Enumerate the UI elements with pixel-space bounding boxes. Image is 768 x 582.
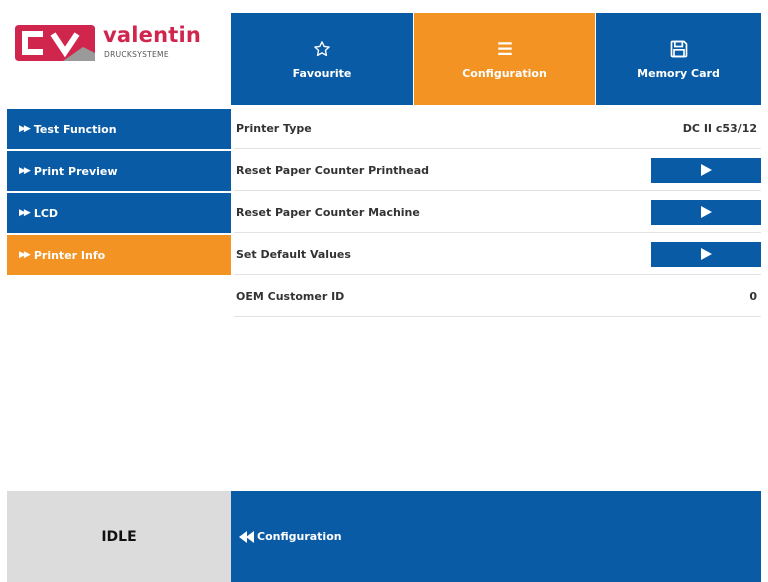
brand-logo: valentin DRUCKSYSTEME [7,13,231,105]
setting-value: 0 [749,289,757,303]
status-indicator: IDLE [7,491,231,582]
sidebar-item-lcd[interactable]: ▶▶ LCD [7,193,231,233]
tab-favourite[interactable]: Favourite [231,13,413,105]
chevron-right-icon: ▶▶ [19,166,31,176]
setting-row-oem-customer-id: OEM Customer ID 0 [234,276,761,317]
setting-row-set-default-values: Set Default Values [234,234,761,275]
setting-value: DC II c53/12 [682,121,757,135]
save-icon [669,39,689,59]
setting-label: OEM Customer ID [236,289,345,303]
sidebar-item-label: Print Preview [33,164,118,178]
list-icon [495,39,515,59]
sidebar-item-label: Printer Info [33,248,106,262]
play-icon [701,248,712,260]
setting-row-reset-machine-counter: Reset Paper Counter Machine [234,192,761,233]
cv-logo-mark [15,25,95,61]
play-icon [701,164,712,176]
setting-label: Set Default Values [236,247,351,261]
sidebar-item-printer-info[interactable]: ▶▶ Printer Info [7,235,231,275]
reset-printhead-counter-button[interactable] [651,157,761,183]
tab-configuration-label: Configuration [462,66,547,80]
sidebar-item-label: Test Function [33,122,117,136]
brand-subtitle: DRUCKSYSTEME [104,50,169,59]
play-icon [701,206,712,218]
reset-machine-counter-button[interactable] [651,199,761,225]
set-default-values-button[interactable] [651,241,761,267]
chevron-right-icon: ▶▶ [19,250,31,260]
tab-memory-card[interactable]: Memory Card [596,13,761,105]
sidebar-item-label: LCD [33,206,59,220]
setting-label: Reset Paper Counter Machine [236,205,420,219]
double-chevron-left-icon [239,530,255,543]
back-label: Configuration [257,530,342,543]
chevron-right-icon: ▶▶ [19,208,31,218]
tab-memory-card-label: Memory Card [637,66,720,80]
setting-label: Printer Type [236,121,312,135]
setting-row-printer-type: Printer Type DC II c53/12 [234,108,761,149]
sidebar-item-test-function[interactable]: ▶▶ Test Function [7,109,231,149]
brand-name: valentin [103,23,202,47]
chevron-right-icon: ▶▶ [19,124,31,134]
star-icon [312,39,332,59]
tab-favourite-label: Favourite [292,66,352,80]
tab-configuration[interactable]: Configuration [414,13,595,105]
back-button[interactable]: Configuration [231,491,761,582]
sidebar-item-print-preview[interactable]: ▶▶ Print Preview [7,151,231,191]
setting-label: Reset Paper Counter Printhead [236,163,430,177]
setting-row-reset-printhead-counter: Reset Paper Counter Printhead [234,150,761,191]
